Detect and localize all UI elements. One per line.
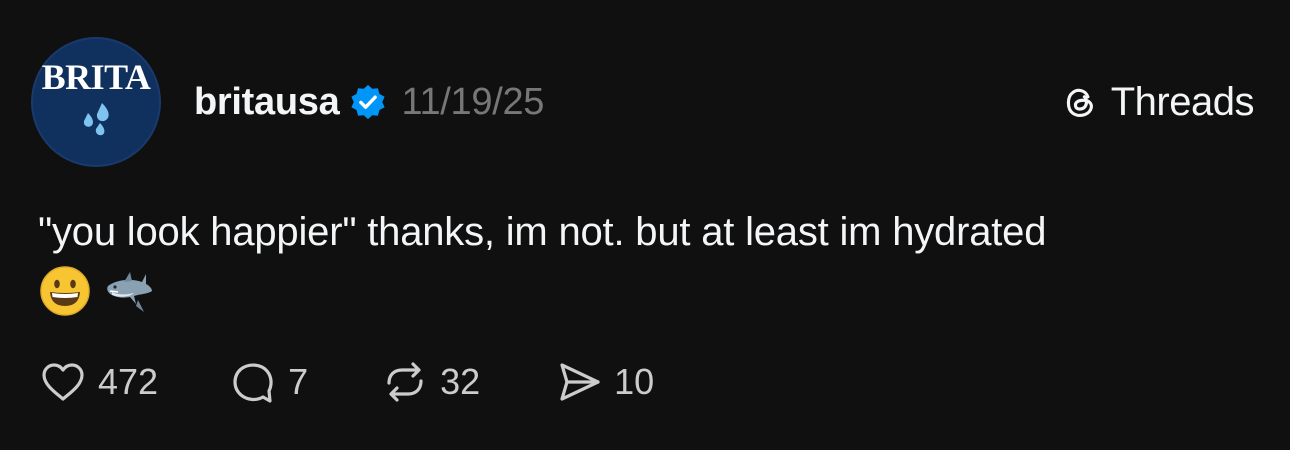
like-count: 472 (98, 361, 159, 402)
post-date: 11/19/25 (401, 80, 545, 123)
repost-count: 32 (440, 361, 481, 402)
grinning-face-emoji (40, 266, 90, 316)
threads-icon (1066, 88, 1093, 117)
emoji-row (38, 264, 1258, 318)
username[interactable]: britausa (194, 81, 340, 124)
repost-button[interactable]: 32 (380, 357, 480, 407)
verified-badge-icon (351, 84, 386, 120)
post-header: britausa 11/19/25 (194, 80, 544, 124)
share-button[interactable]: 10 (554, 357, 654, 407)
reply-button[interactable]: 7 (228, 357, 308, 407)
reply-count: 7 (288, 361, 309, 402)
post-text: "you look happier" thanks, im not. but a… (38, 210, 1047, 254)
threads-label: Threads (1110, 79, 1255, 124)
water-drops-icon (83, 103, 109, 136)
brita-logo-text: BRITA (41, 57, 151, 97)
threads-brand: Threads (1059, 78, 1255, 126)
repost-icon (387, 362, 423, 402)
comment-icon (233, 363, 273, 403)
share-count: 10 (614, 361, 655, 402)
like-button[interactable]: 472 (38, 357, 158, 407)
send-icon (560, 363, 600, 401)
post-actions: 472 7 32 10 (38, 356, 728, 408)
avatar[interactable]: BRITA (31, 37, 161, 167)
post-body: "you look happier" thanks, im not. but a… (38, 204, 1258, 318)
heart-icon (42, 363, 84, 401)
threads-post-card: BRITA britausa 11/19/25 Threads "you loo… (0, 0, 1290, 450)
shark-emoji (107, 272, 152, 312)
